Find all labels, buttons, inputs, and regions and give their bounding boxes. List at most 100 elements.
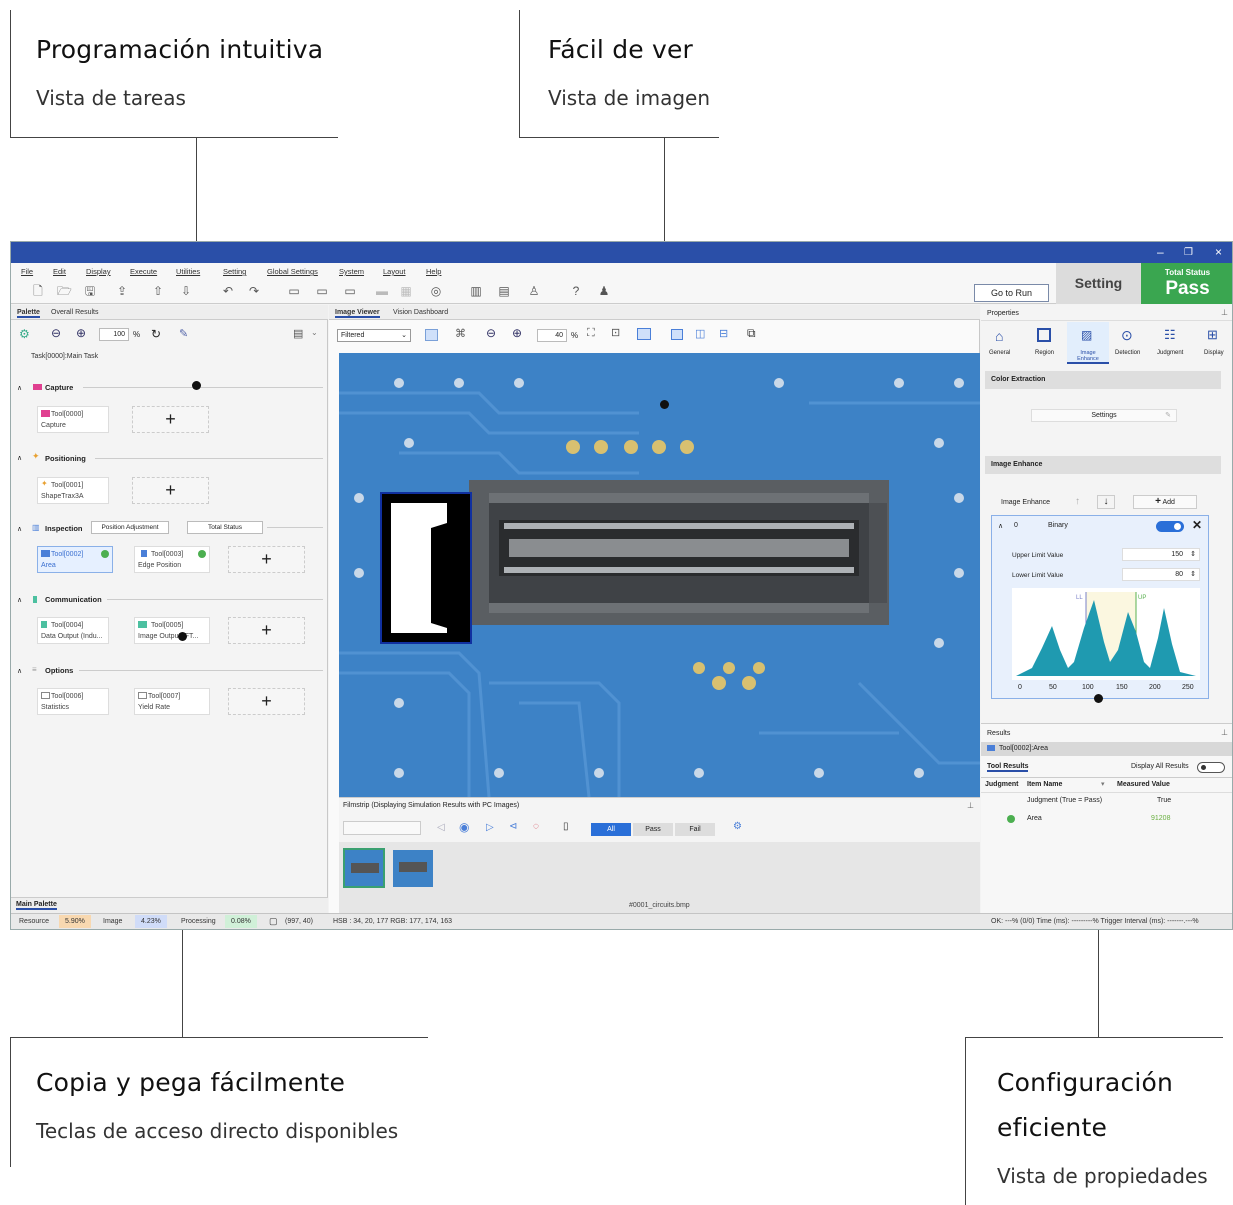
zoom-in-icon[interactable]: ⊕ xyxy=(512,326,522,340)
table-row[interactable]: Judgment (True = Pass) True xyxy=(981,794,1232,810)
menu-utilities[interactable]: Utilities xyxy=(176,267,200,276)
upload-icon[interactable]: ⇧ xyxy=(151,284,165,298)
add-enhance-button[interactable]: + Add xyxy=(1133,495,1197,509)
tab-image-viewer[interactable]: Image Viewer xyxy=(335,309,380,318)
filmstrip-thumbnail[interactable] xyxy=(393,850,433,887)
record-icon[interactable]: ◉ xyxy=(459,820,469,834)
download-icon[interactable]: ⇩ xyxy=(179,284,193,298)
disabled-grid-icon[interactable]: ▦ xyxy=(399,284,413,298)
tab-region[interactable]: Region xyxy=(1035,350,1054,356)
add-tool-button[interactable]: + xyxy=(132,477,209,504)
pin-icon[interactable]: ⊥ xyxy=(967,801,974,810)
overlay-toggle-icon[interactable] xyxy=(637,328,651,340)
table-row[interactable]: Area 91208 xyxy=(981,812,1232,828)
menu-layout[interactable]: Layout xyxy=(383,267,406,276)
inspection-image[interactable] xyxy=(339,353,980,797)
lower-limit-input[interactable]: 80 ⇕ xyxy=(1122,568,1200,581)
menu-setting[interactable]: Setting xyxy=(223,267,246,276)
play-icon[interactable]: ▷ xyxy=(486,822,494,833)
menu-system[interactable]: System xyxy=(339,267,364,276)
save-icon[interactable]: 🖫 xyxy=(83,284,97,298)
collapse-filter-icon[interactable]: ∧ xyxy=(998,522,1003,530)
close-button[interactable]: × xyxy=(1215,245,1222,259)
image-mode-select[interactable]: Filtered ⌄ xyxy=(337,329,411,342)
filmstrip-view-icon[interactable]: ▯ xyxy=(563,821,569,832)
menu-edit[interactable]: Edit xyxy=(53,267,66,276)
tab-vision-dashboard[interactable]: Vision Dashboard xyxy=(393,309,448,316)
transfer-icon[interactable]: ⇪ xyxy=(115,284,129,298)
pin-icon[interactable]: ⊥ xyxy=(1221,728,1228,737)
stop-icon[interactable]: ◌ xyxy=(533,821,539,832)
add-tool-button[interactable]: + xyxy=(132,406,209,433)
tab-image-enhance[interactable]: Image Enhance xyxy=(1073,350,1103,362)
detection-icon[interactable]: ⊙ xyxy=(1121,327,1133,344)
menu-global-settings[interactable]: Global Settings xyxy=(267,267,318,276)
palette-view-dropdown-icon[interactable]: ⌄ xyxy=(311,328,318,337)
setting-mode-indicator[interactable]: Setting xyxy=(1056,263,1141,304)
move-down-icon[interactable]: ↓ xyxy=(1097,495,1115,509)
zoom-in-icon[interactable]: ⊕ xyxy=(76,326,86,340)
minimize-button[interactable]: – xyxy=(1157,245,1164,259)
capture-icon[interactable]: ▭ xyxy=(287,284,301,298)
viewer-zoom-input[interactable]: 40 xyxy=(537,329,567,342)
tab-general[interactable]: General xyxy=(989,350,1010,356)
refresh-icon[interactable]: ◎ xyxy=(429,284,443,298)
add-tool-button[interactable]: + xyxy=(228,688,305,715)
filter-pass-button[interactable]: Pass xyxy=(633,823,673,836)
tab-tool-results[interactable]: Tool Results xyxy=(987,763,1029,772)
display-all-results-toggle[interactable] xyxy=(1197,762,1225,773)
reset-zoom-icon[interactable]: ↻ xyxy=(151,327,161,341)
split-vertical-icon[interactable]: ◫ xyxy=(695,327,705,340)
collapse-options-icon[interactable]: ∧ xyxy=(17,667,22,675)
filmstrip-settings-icon[interactable]: ⚙ xyxy=(733,821,742,832)
go-to-run-button[interactable]: Go to Run xyxy=(974,284,1049,302)
palette-view-menu-icon[interactable]: ▤ xyxy=(293,327,303,340)
filter-enable-toggle[interactable] xyxy=(1156,521,1184,532)
help-icon[interactable]: ? xyxy=(569,284,583,298)
tab-main-palette[interactable]: Main Palette xyxy=(16,901,57,910)
layout-icon[interactable]: ▥ xyxy=(469,284,483,298)
disabled-tool-icon[interactable]: ▬ xyxy=(375,284,389,298)
tab-palette[interactable]: Palette xyxy=(17,309,40,318)
image-enhance-icon[interactable]: ▨ xyxy=(1081,328,1092,342)
filter-all-button[interactable]: All xyxy=(591,823,631,836)
restore-button[interactable]: ❐ xyxy=(1184,247,1193,258)
single-view-icon[interactable] xyxy=(671,329,683,340)
edit-icon[interactable]: ✎ xyxy=(179,327,188,340)
tab-display[interactable]: Display xyxy=(1204,350,1224,356)
image-select-icon[interactable]: ⌘ xyxy=(455,327,466,340)
judgment-icon[interactable]: ☷ xyxy=(1164,327,1176,343)
menu-file[interactable]: File xyxy=(21,267,33,276)
menu-help[interactable]: Help xyxy=(426,267,441,276)
capture-window-icon[interactable]: ▭ xyxy=(343,284,357,298)
tool-statistics[interactable]: Tool[0006] Statistics xyxy=(37,688,109,715)
add-tool-button[interactable]: + xyxy=(228,546,305,573)
task-tree-icon[interactable]: ⚙ xyxy=(19,327,30,341)
filter-icon[interactable]: ▾ xyxy=(1101,780,1105,788)
collapse-communication-icon[interactable]: ∧ xyxy=(17,596,22,604)
filter-fail-button[interactable]: Fail xyxy=(675,823,715,836)
spinner-icon[interactable]: ⇕ xyxy=(1190,549,1196,560)
tool-data-output[interactable]: Tool[0004] Data Output (Indu... xyxy=(37,617,109,644)
color-extraction-settings-button[interactable]: Settings ✎ xyxy=(1031,409,1177,422)
actual-size-icon[interactable]: ⊡ xyxy=(611,326,620,339)
total-status-button[interactable]: Total Status xyxy=(187,521,263,534)
spinner-icon[interactable]: ⇕ xyxy=(1190,569,1196,580)
new-icon[interactable]: 🗋 xyxy=(31,284,45,298)
general-icon[interactable]: ⌂ xyxy=(995,328,1003,344)
monitor-icon[interactable]: ▤ xyxy=(497,284,511,298)
collapse-capture-icon[interactable]: ∧ xyxy=(17,384,22,392)
filmstrip-thumbnail-selected[interactable] xyxy=(343,848,385,888)
tab-overall-results[interactable]: Overall Results xyxy=(51,309,98,316)
step-icon[interactable]: ⊲ xyxy=(509,821,517,832)
open-folder-icon[interactable]: 🗁 xyxy=(57,284,72,298)
menu-execute[interactable]: Execute xyxy=(130,267,157,276)
collapse-inspection-icon[interactable]: ∧ xyxy=(17,525,22,533)
fit-icon[interactable] xyxy=(425,329,438,341)
undo-icon[interactable]: ↶ xyxy=(221,284,235,298)
zoom-out-icon[interactable]: ⊖ xyxy=(51,326,61,340)
move-up-icon[interactable]: ↑ xyxy=(1075,496,1080,507)
zoom-out-icon[interactable]: ⊖ xyxy=(486,326,496,340)
user-icon[interactable]: ♙ xyxy=(527,284,541,298)
pin-icon[interactable]: ⊥ xyxy=(1221,308,1228,317)
